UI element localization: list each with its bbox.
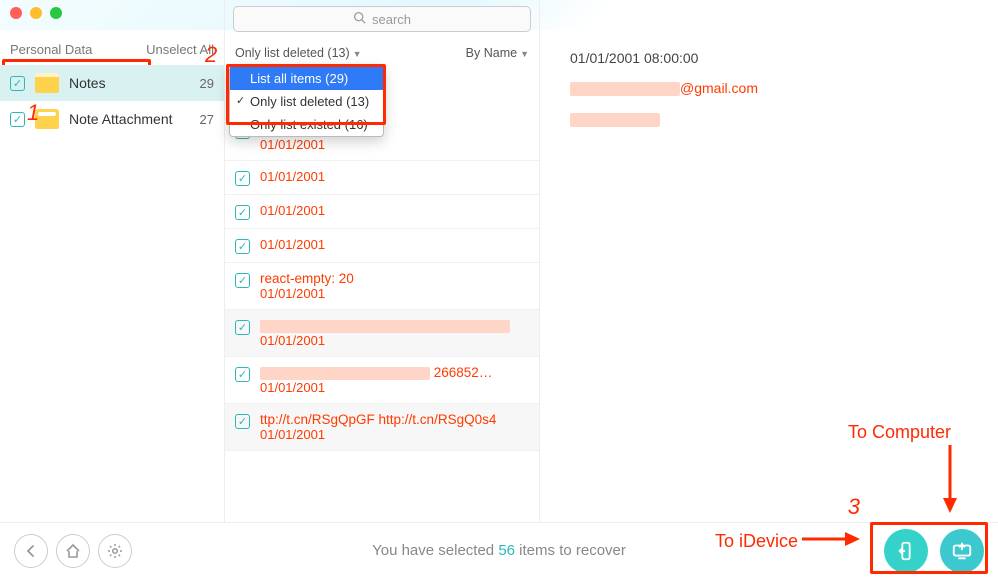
- chevron-down-icon: ▼: [520, 49, 529, 59]
- note-date: 01/01/2001: [260, 169, 529, 184]
- note-date: 01/01/2001: [260, 286, 529, 301]
- attachment-icon: [35, 109, 59, 129]
- sidebar-item-count: 29: [200, 76, 214, 91]
- checkbox-icon[interactable]: ✓: [235, 320, 250, 335]
- note-date: 01/01/2001: [260, 333, 529, 348]
- settings-button[interactable]: [98, 534, 132, 568]
- checkbox-icon[interactable]: ✓: [10, 112, 25, 127]
- list-item[interactable]: ✓ 01/01/2001: [225, 310, 539, 357]
- sidebar-header: Personal Data: [10, 42, 92, 57]
- note-date: 01/01/2001: [260, 237, 529, 252]
- sidebar-item-note-attachment[interactable]: ✓ Note Attachment 27: [0, 101, 224, 137]
- list-item[interactable]: ✓ 01/01/2001: [225, 229, 539, 263]
- filter-dropdown[interactable]: Only list deleted (13)▼: [235, 46, 362, 60]
- checkbox-icon[interactable]: ✓: [10, 76, 25, 91]
- detail-body: [570, 110, 980, 126]
- checkbox-icon[interactable]: ✓: [235, 205, 250, 220]
- note-title: react-empty: 20: [260, 271, 529, 286]
- annotation-box-step3: [870, 522, 988, 574]
- checkbox-icon[interactable]: ✓: [235, 171, 250, 186]
- note-title: [260, 318, 529, 333]
- sidebar-item-notes[interactable]: ✓ Notes 29: [0, 65, 224, 101]
- sidebar-item-count: 27: [200, 112, 214, 127]
- back-button[interactable]: [14, 534, 48, 568]
- list-item[interactable]: ✓ 01/01/2001: [225, 195, 539, 229]
- sidebar: Personal Data Unselect All ✓ Notes 29 ✓ …: [0, 0, 225, 522]
- chevron-down-icon: ▼: [353, 49, 362, 59]
- unselect-all-link[interactable]: Unselect All: [146, 42, 214, 57]
- checkbox-icon[interactable]: ✓: [235, 273, 250, 288]
- detail-email: @gmail.com: [570, 80, 980, 96]
- search-input[interactable]: search: [233, 6, 531, 32]
- home-button[interactable]: [56, 534, 90, 568]
- note-title: ttp://t.cn/RSgQpGF http://t.cn/RSgQ0s4: [260, 412, 529, 427]
- selection-status: You have selected 56 items to recover: [372, 542, 626, 559]
- notes-icon: [35, 73, 59, 93]
- sidebar-item-label: Note Attachment: [69, 111, 173, 127]
- checkbox-icon[interactable]: ✓: [235, 239, 250, 254]
- list-item[interactable]: ✓ 266852… 01/01/2001: [225, 357, 539, 404]
- note-date: 01/01/2001: [260, 380, 529, 395]
- sidebar-item-label: Notes: [69, 75, 106, 91]
- detail-timestamp: 01/01/2001 08:00:00: [570, 50, 980, 66]
- detail-panel: 01/01/2001 08:00:00 @gmail.com: [540, 0, 998, 522]
- list-item[interactable]: ✓ 01/01/2001: [225, 161, 539, 195]
- checkbox-icon[interactable]: ✓: [235, 367, 250, 382]
- search-placeholder: search: [372, 12, 411, 27]
- footer: You have selected 56 items to recover: [0, 522, 998, 578]
- note-date: 01/01/2001: [260, 137, 529, 152]
- note-title: 266852…: [260, 365, 529, 380]
- note-date: 01/01/2001: [260, 427, 529, 442]
- checkbox-icon[interactable]: ✓: [235, 414, 250, 429]
- note-date: 01/01/2001: [260, 203, 529, 218]
- sort-dropdown[interactable]: By Name▼: [466, 46, 529, 60]
- list-item[interactable]: ✓ react-empty: 20 01/01/2001: [225, 263, 539, 310]
- list-item[interactable]: ✓ ttp://t.cn/RSgQpGF http://t.cn/RSgQ0s4…: [225, 404, 539, 451]
- search-icon: [353, 11, 366, 27]
- annotation-box-step2: [226, 64, 386, 125]
- notes-list-panel: search Only list deleted (13)▼ By Name▼ …: [225, 0, 540, 522]
